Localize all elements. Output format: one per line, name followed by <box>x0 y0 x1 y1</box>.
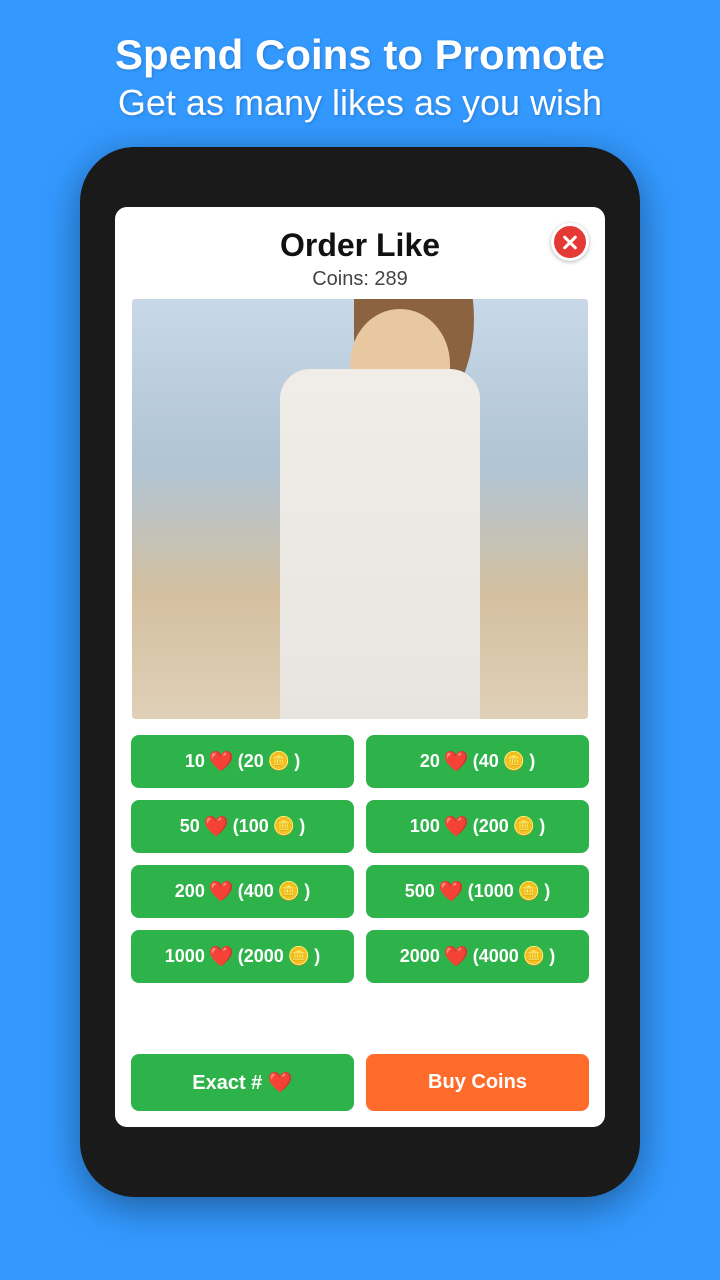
like-option-4[interactable]: 100 ❤️ (200 🪙) <box>366 800 589 853</box>
exact-number-button[interactable]: Exact # ❤️ <box>131 1054 354 1111</box>
close-button[interactable] <box>551 223 589 261</box>
like-option-1[interactable]: 10 ❤️ (20 🪙) <box>131 735 354 788</box>
modal-title: Order Like <box>280 227 440 264</box>
profile-photo <box>132 299 588 719</box>
header-title-line1: Spend Coins to Promote <box>115 30 605 80</box>
app-background: Spend Coins to Promote Get as many likes… <box>0 0 720 1280</box>
header-section: Spend Coins to Promote Get as many likes… <box>115 0 605 147</box>
phone-frame: Order Like Coins: 289 10 ❤️ (20 🪙) 20 ❤️… <box>80 147 640 1197</box>
like-option-2[interactable]: 20 ❤️ (40 🪙) <box>366 735 589 788</box>
like-options-grid: 10 ❤️ (20 🪙) 20 ❤️ (40 🪙) 50 ❤️ (100 🪙) … <box>115 735 605 983</box>
phone-screen: Order Like Coins: 289 10 ❤️ (20 🪙) 20 ❤️… <box>115 207 605 1127</box>
like-option-3[interactable]: 50 ❤️ (100 🪙) <box>131 800 354 853</box>
header-title-line2: Get as many likes as you wish <box>115 80 605 127</box>
like-option-6[interactable]: 500 ❤️ (1000 🪙) <box>366 865 589 918</box>
bottom-action-row: Exact # ❤️ Buy Coins <box>115 1042 605 1127</box>
modal-coins-display: Coins: 289 <box>312 268 408 291</box>
buy-coins-button[interactable]: Buy Coins <box>366 1054 589 1111</box>
like-option-7[interactable]: 1000 ❤️ (2000 🪙) <box>131 930 354 983</box>
like-option-8[interactable]: 2000 ❤️ (4000 🪙) <box>366 930 589 983</box>
phone-notch <box>300 165 420 187</box>
modal-header: Order Like Coins: 289 <box>115 207 605 299</box>
like-option-5[interactable]: 200 ❤️ (400 🪙) <box>131 865 354 918</box>
